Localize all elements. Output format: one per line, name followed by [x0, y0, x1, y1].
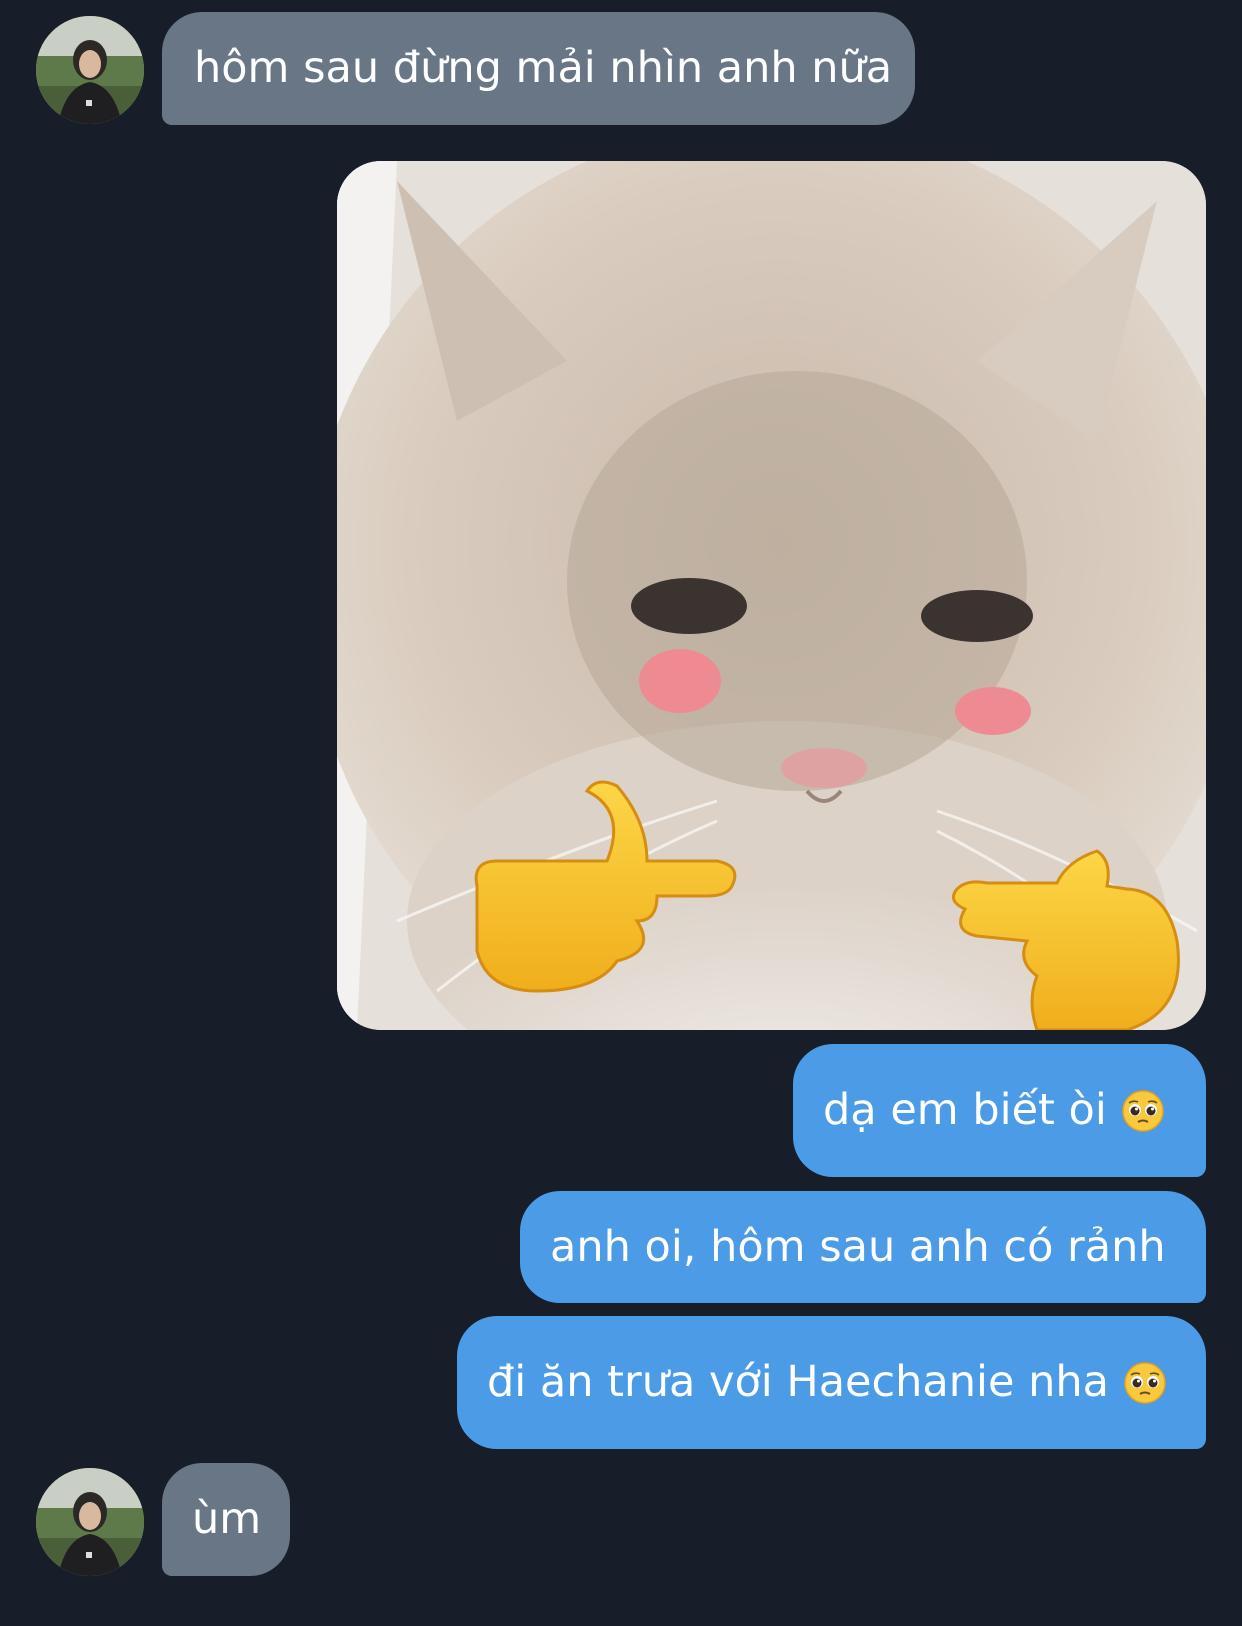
message-bubble-incoming[interactable]: ùm	[162, 1463, 290, 1576]
pleading-face-icon	[1122, 1089, 1164, 1132]
message-image[interactable]	[337, 161, 1206, 1030]
message-bubble-outgoing[interactable]: đi ăn trưa với Haechanie nha	[457, 1316, 1206, 1449]
contact-avatar[interactable]	[36, 16, 144, 124]
message-text: dạ em biết òi	[823, 1085, 1107, 1135]
pleading-face-icon	[1124, 1361, 1166, 1404]
contact-avatar-image	[36, 16, 144, 124]
message-text: ùm	[192, 1494, 262, 1544]
contact-avatar-image	[36, 1468, 144, 1576]
message-bubble-incoming[interactable]: hôm sau đừng mải nhìn anh nữa	[162, 12, 915, 125]
cat-pointing-fingers-sticker	[337, 161, 1206, 1030]
message-bubble-outgoing[interactable]: dạ em biết òi	[793, 1044, 1206, 1177]
message-text: đi ăn trưa với Haechanie nha	[487, 1357, 1109, 1407]
contact-avatar[interactable]	[36, 1468, 144, 1576]
message-text: anh oi, hôm sau anh có rảnh	[550, 1221, 1166, 1272]
chat-screen: hôm sau đừng mải nhìn anh nữa dạ em biết…	[0, 0, 1242, 1626]
message-bubble-outgoing[interactable]: anh oi, hôm sau anh có rảnh	[520, 1191, 1206, 1303]
message-text: hôm sau đừng mải nhìn anh nữa	[194, 43, 893, 93]
